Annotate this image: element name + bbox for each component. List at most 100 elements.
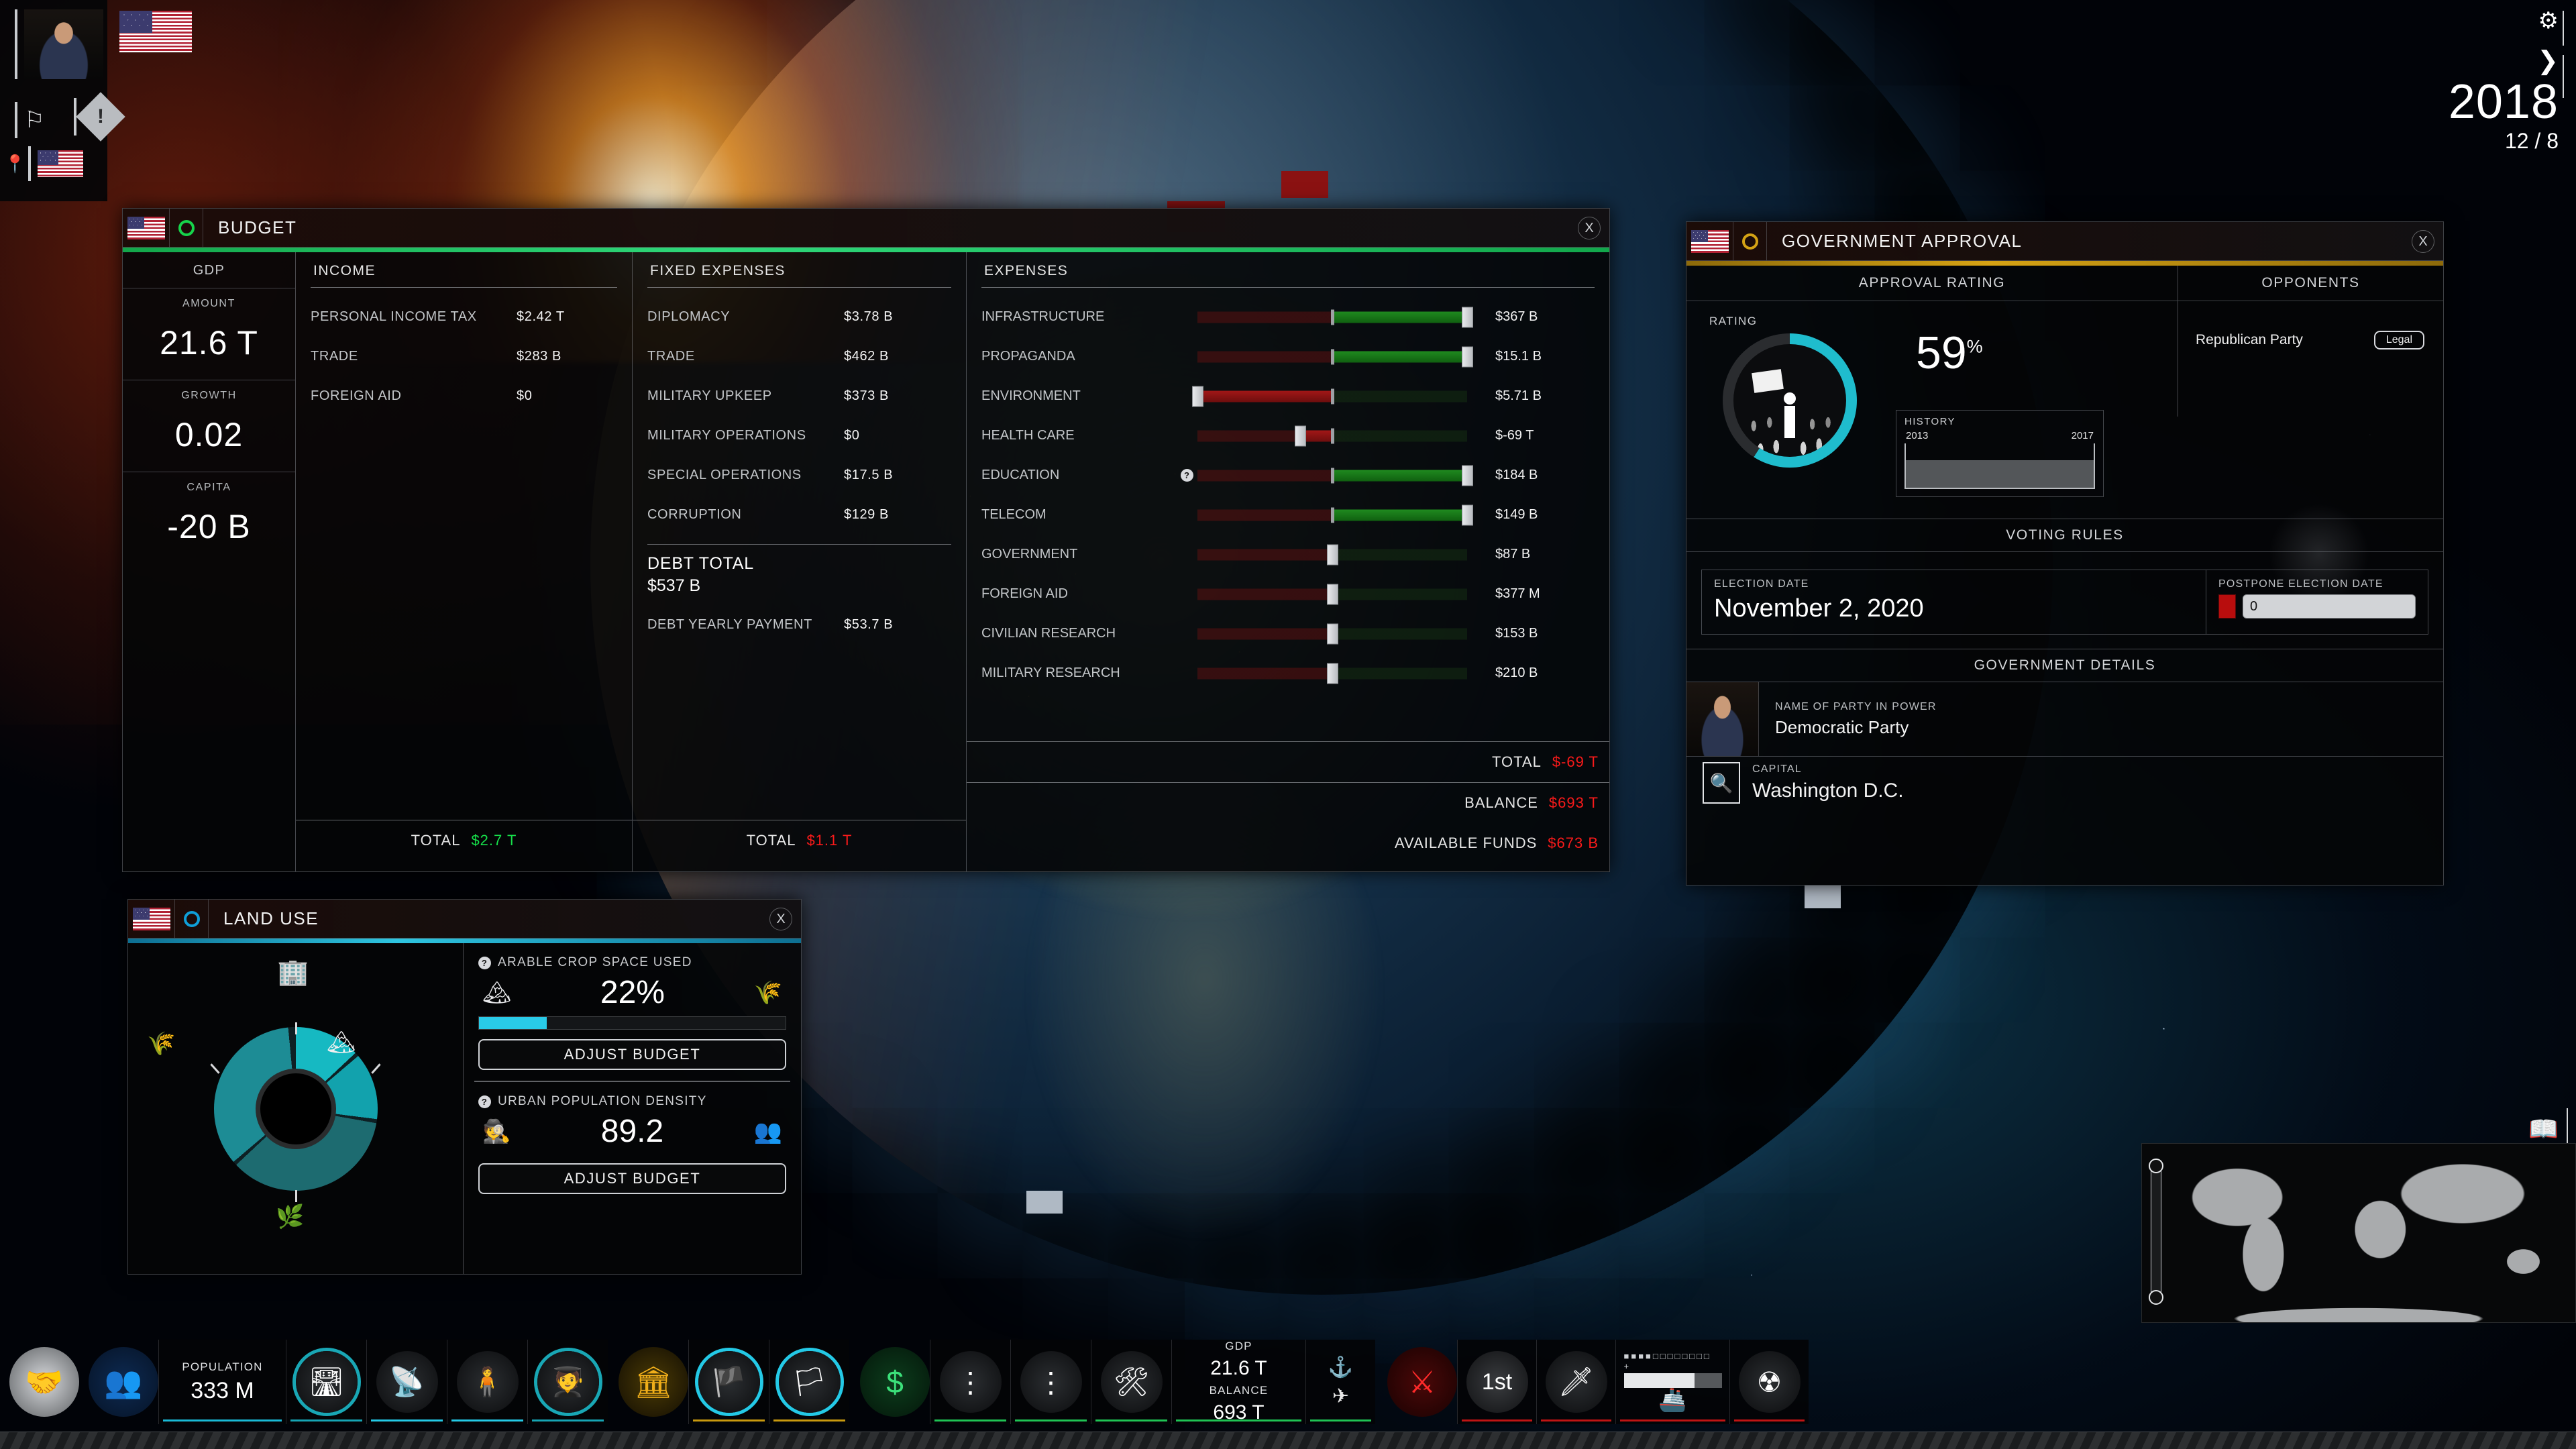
help-icon[interactable]: ? <box>1176 469 1197 482</box>
slider-knob[interactable] <box>1327 663 1338 684</box>
education-cell[interactable]: 🧑‍🎓 <box>527 1340 608 1424</box>
zoom-slider[interactable] <box>2149 1159 2163 1305</box>
zoom-slider-knob-top[interactable] <box>2149 1159 2163 1173</box>
land-use-donut-chart[interactable]: 🏢 🌾 🏔 🌿 <box>128 943 464 1274</box>
budget-panel[interactable]: BUDGET X GDP AMOUNT 21.6 T GROWTH 0.02 C… <box>122 208 1610 872</box>
slider-knob[interactable] <box>1192 386 1203 407</box>
expense-slider[interactable] <box>1197 346 1473 367</box>
approval-cell[interactable]: 🏴 <box>688 1340 769 1424</box>
trade-cell[interactable]: ⋮ <box>1010 1340 1091 1424</box>
slider-knob[interactable] <box>1327 623 1338 644</box>
expense-row[interactable]: PROPAGANDA $15.1 B <box>981 337 1595 376</box>
leader-portrait[interactable] <box>24 9 103 79</box>
land-close-button[interactable]: X <box>761 900 801 938</box>
expense-slider[interactable] <box>1197 544 1467 565</box>
zoom-slider-knob-bottom[interactable] <box>2149 1290 2163 1305</box>
country-flag-large[interactable] <box>119 11 192 52</box>
expense-slider[interactable] <box>1197 623 1467 644</box>
resources-grid-icon[interactable]: ⋮ <box>939 1351 1002 1413</box>
nuclear-cell[interactable]: ☢ <box>1729 1340 1809 1424</box>
expense-row[interactable]: TELECOM $149 B <box>981 495 1595 535</box>
postpone-election-field[interactable]: POSTPONE ELECTION DATE 0 <box>2206 570 2428 634</box>
map-marker-armor[interactable] <box>1281 171 1328 198</box>
opposition-icon[interactable]: 🏳 <box>778 1351 841 1413</box>
labor-cell[interactable]: 🛠 <box>1091 1340 1171 1424</box>
slider-knob[interactable] <box>1462 346 1473 367</box>
approval-icon[interactable]: 🏴 <box>698 1351 760 1413</box>
expense-row[interactable]: HEALTH CARE $-69 T <box>981 416 1595 455</box>
expense-slider[interactable] <box>1197 465 1473 486</box>
expense-row[interactable]: EDUCATION? $184 B <box>981 455 1595 495</box>
labor-icon[interactable]: 🛠 <box>1100 1351 1163 1413</box>
world-rank-icon[interactable]: 1st <box>1466 1351 1528 1413</box>
expense-slider[interactable] <box>1197 584 1467 604</box>
slider-knob[interactable] <box>1327 544 1338 565</box>
minimap[interactable]: 📖 <box>2133 1103 2576 1331</box>
army-axe-icon[interactable]: 🗡 <box>1545 1351 1607 1413</box>
leader-portrait-item[interactable] <box>15 9 103 79</box>
naval-air-cell[interactable]: ⚓ ✈ <box>1305 1340 1375 1424</box>
population-cell[interactable]: POPULATION 333 M <box>158 1340 286 1424</box>
healthcare-cell[interactable]: 🧍 <box>447 1340 527 1424</box>
expense-slider[interactable] <box>1197 425 1467 446</box>
expense-row[interactable]: GOVERNMENT $87 B <box>981 535 1595 574</box>
slider-knob[interactable] <box>1294 425 1306 446</box>
diplomacy-status-item[interactable]: ⚐ <box>15 102 44 138</box>
slider-knob[interactable] <box>1462 504 1473 525</box>
slider-knob[interactable] <box>1327 584 1338 604</box>
opponent-row[interactable]: Republican Party Legal <box>2178 301 2443 350</box>
government-approval-panel[interactable]: GOVERNMENT APPROVAL X APPROVAL RATING OP… <box>1686 221 2444 885</box>
slider-knob[interactable] <box>1462 465 1473 486</box>
telecom-icon[interactable]: 📡 <box>376 1351 438 1413</box>
help-icon[interactable]: ? <box>478 1095 491 1108</box>
infrastructure-icon[interactable]: 🛣 <box>295 1351 358 1413</box>
fleet-meter[interactable]: ■■■■□□□□□□□□ + 🚢 <box>1623 1351 1722 1413</box>
slider-knob[interactable] <box>1462 307 1473 327</box>
expense-slider[interactable] <box>1197 307 1473 327</box>
help-icon[interactable]: ? <box>478 956 491 969</box>
expense-slider[interactable] <box>1197 663 1467 684</box>
fleet-cell[interactable]: ■■■■□□□□□□□□ + 🚢 <box>1615 1340 1729 1424</box>
expense-row[interactable]: INFRASTRUCTURE $367 B <box>981 297 1595 337</box>
postpone-checkbox[interactable] <box>2218 594 2236 619</box>
expense-slider[interactable] <box>1192 386 1467 407</box>
anchor-icon[interactable]: ⚓ <box>1328 1356 1353 1379</box>
alert-item[interactable]: ! <box>74 92 125 142</box>
government-icon[interactable]: 🏛 <box>619 1347 688 1417</box>
alert-diamond-icon[interactable]: ! <box>76 92 125 142</box>
minimap-world[interactable] <box>2141 1143 2576 1323</box>
airplane-icon[interactable]: ✈ <box>1332 1385 1349 1408</box>
nuclear-missile-icon[interactable]: ☢ <box>1738 1351 1801 1413</box>
expense-row[interactable]: MILITARY RESEARCH $210 B <box>981 653 1595 693</box>
land-use-panel[interactable]: LAND USE X 🏢 🌾 🏔 🌿 ? ARABLE CROP SPACE U… <box>127 899 802 1275</box>
diplomacy-icon[interactable]: 🤝 <box>9 1347 79 1417</box>
map-book-icon[interactable]: 📖 <box>2528 1115 2559 1143</box>
resources-cell[interactable]: ⋮ <box>930 1340 1010 1424</box>
population-avatar-icon[interactable]: 👥 <box>89 1347 158 1417</box>
expense-slider[interactable] <box>1197 504 1473 525</box>
army-cell[interactable]: 🗡 <box>1536 1340 1615 1424</box>
expense-row[interactable]: FOREIGN AID $377 M <box>981 574 1595 614</box>
opposition-cell[interactable]: 🏳 <box>769 1340 849 1424</box>
urban-adjust-budget-button[interactable]: ADJUST BUDGET <box>478 1163 786 1194</box>
map-marker-unit-2[interactable] <box>1026 1191 1063 1214</box>
election-date-field[interactable]: ELECTION DATE November 2, 2020 <box>1702 570 2206 634</box>
education-icon[interactable]: 🧑‍🎓 <box>537 1351 599 1413</box>
telecom-cell[interactable]: 📡 <box>366 1340 447 1424</box>
gear-icon[interactable]: ⚙ <box>2538 9 2559 32</box>
arable-adjust-budget-button[interactable]: ADJUST BUDGET <box>478 1039 786 1070</box>
capital-location-item[interactable]: 📍 <box>4 146 84 181</box>
trade-grid-icon[interactable]: ⋮ <box>1020 1351 1082 1413</box>
economy-icon[interactable]: $ <box>860 1347 930 1417</box>
map-marker-unit-1[interactable] <box>1805 885 1841 908</box>
budget-close-button[interactable]: X <box>1569 209 1609 247</box>
expense-row[interactable]: ENVIRONMENT $5.71 B <box>981 376 1595 416</box>
world-rank-cell[interactable]: 1st <box>1457 1340 1536 1424</box>
gov-close-button[interactable]: X <box>2403 222 2443 260</box>
postpone-input[interactable]: 0 <box>2243 594 2416 619</box>
expense-row[interactable]: CIVILIAN RESEARCH $153 B <box>981 614 1595 653</box>
infrastructure-cell[interactable]: 🛣 <box>286 1340 366 1424</box>
military-alert-icon[interactable]: ⚔ <box>1387 1347 1457 1417</box>
healthcare-icon[interactable]: 🧍 <box>456 1351 519 1413</box>
chevron-right-icon[interactable]: ❯ <box>2537 48 2559 74</box>
